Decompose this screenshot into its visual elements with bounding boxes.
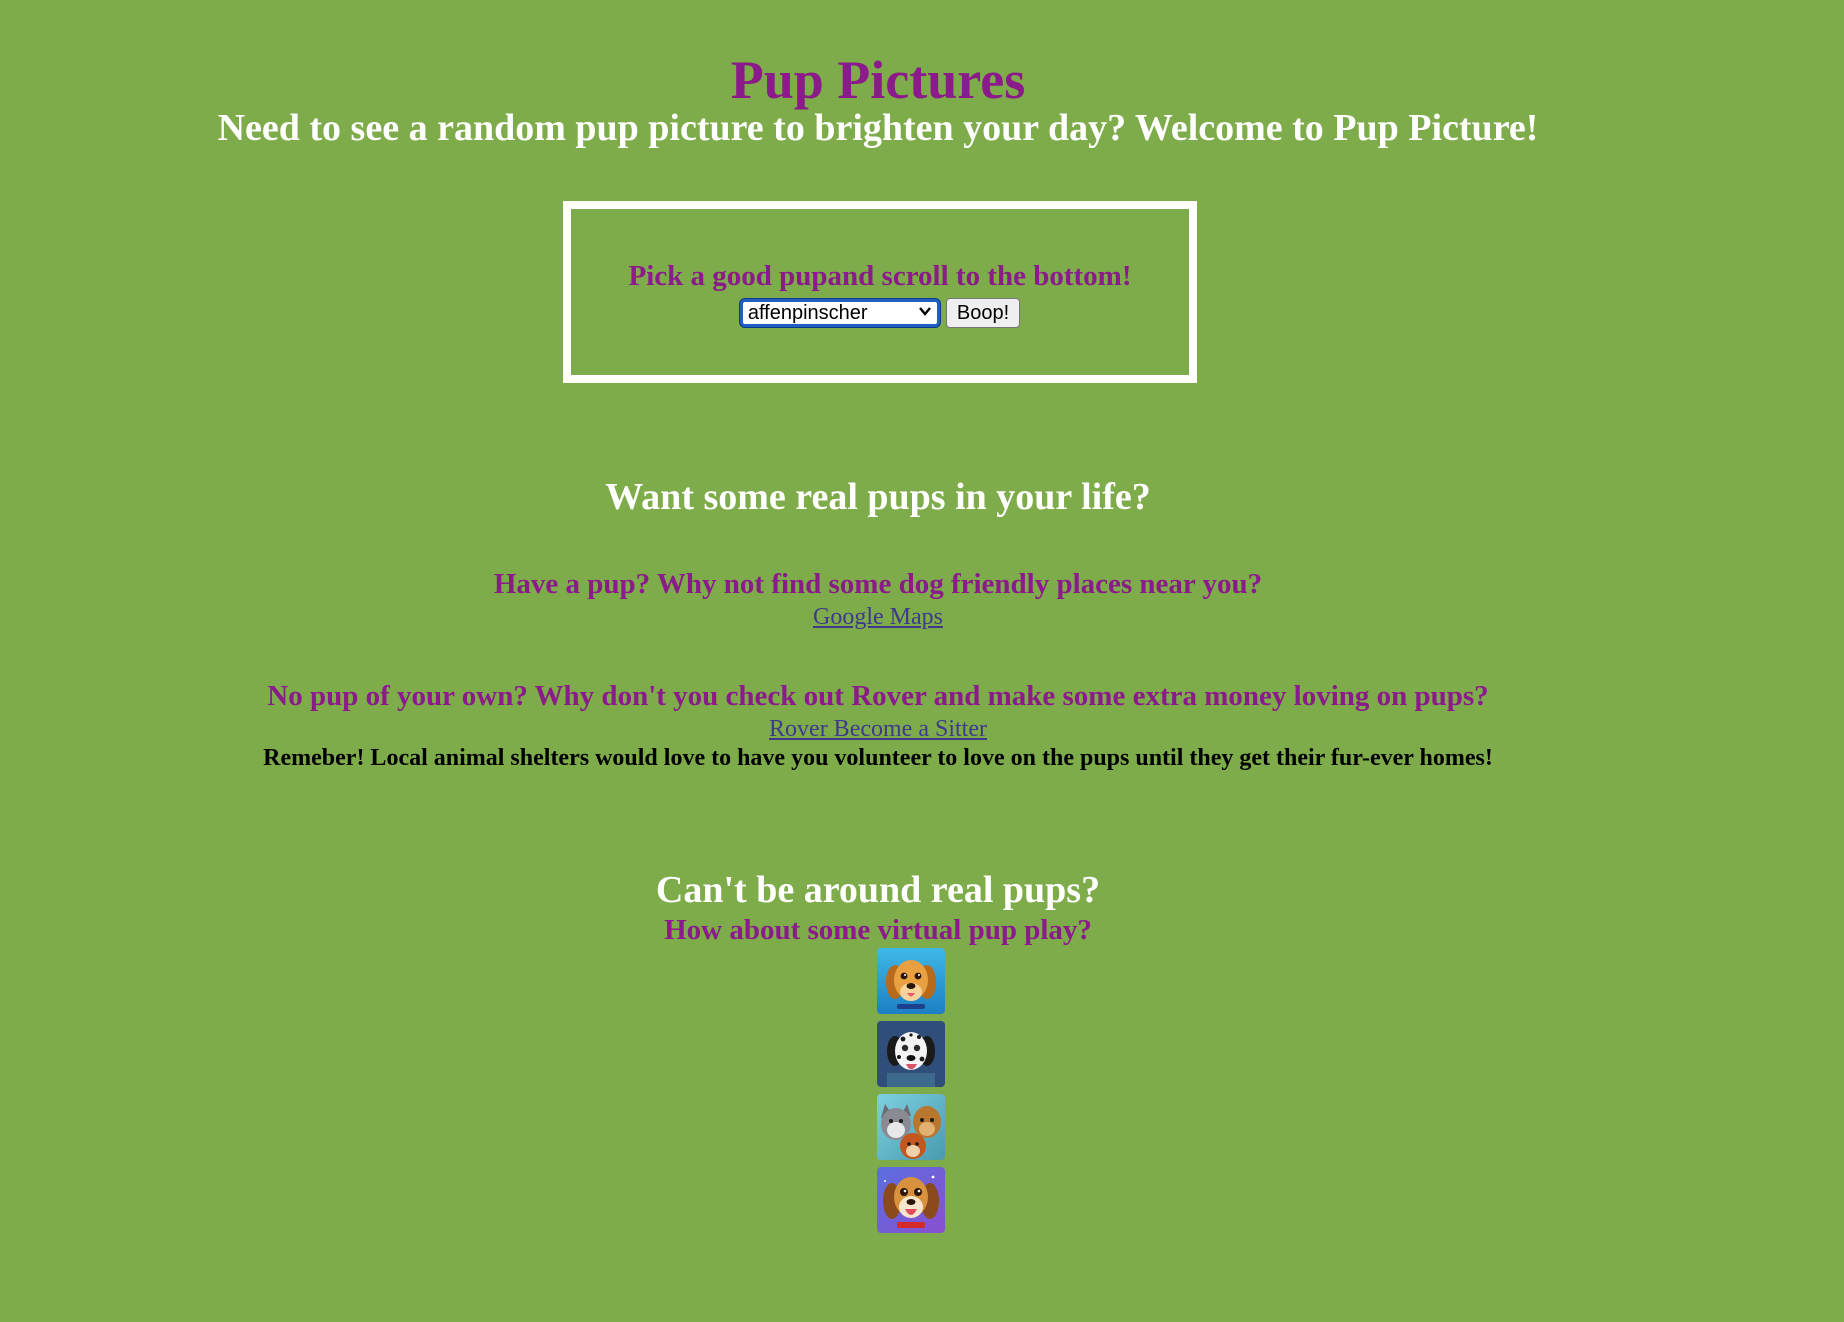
real-pups-heading: Want some real pups in your life? bbox=[605, 476, 1151, 518]
shelter-reminder: Remeber! Local animal shelters would lov… bbox=[263, 745, 1493, 771]
rover-sitter-link[interactable]: Rover Become a Sitter bbox=[769, 716, 987, 742]
dalmatian-game-icon[interactable] bbox=[877, 1021, 945, 1087]
rover-link-row: Rover Become a Sitter bbox=[0, 714, 1756, 744]
breed-select[interactable]: affenpinscher bbox=[739, 299, 940, 327]
picker-controls: affenpinscher Boop! bbox=[571, 298, 1189, 328]
have-pup-text: Have a pup? Why not find some dog friend… bbox=[493, 568, 1263, 600]
chevron-down-icon bbox=[918, 307, 931, 316]
boop-button[interactable]: Boop! bbox=[945, 298, 1021, 328]
virtual-pups-heading: Can't be around real pups? bbox=[655, 869, 1101, 911]
dog-pack-game-icon[interactable] bbox=[877, 1094, 945, 1160]
no-pup-text: No pup of your own? Why don't you check … bbox=[267, 680, 1489, 712]
golden-retriever-game-icon[interactable] bbox=[877, 948, 945, 1014]
breed-picker-box: Pick a good pupand scroll to the bottom!… bbox=[563, 201, 1197, 383]
page-subtitle: Need to see a random pup picture to brig… bbox=[217, 107, 1539, 149]
google-maps-link-row: Google Maps bbox=[0, 602, 1756, 632]
breed-select-value: affenpinscher bbox=[747, 302, 868, 324]
google-maps-link[interactable]: Google Maps bbox=[813, 604, 943, 630]
beagle-puppy-game-icon[interactable] bbox=[877, 1167, 945, 1233]
page-title: Pup Pictures bbox=[730, 50, 1026, 110]
virtual-pups-subheading: How about some virtual pup play? bbox=[664, 914, 1092, 946]
picker-prompt: Pick a good pupand scroll to the bottom! bbox=[628, 260, 1132, 292]
